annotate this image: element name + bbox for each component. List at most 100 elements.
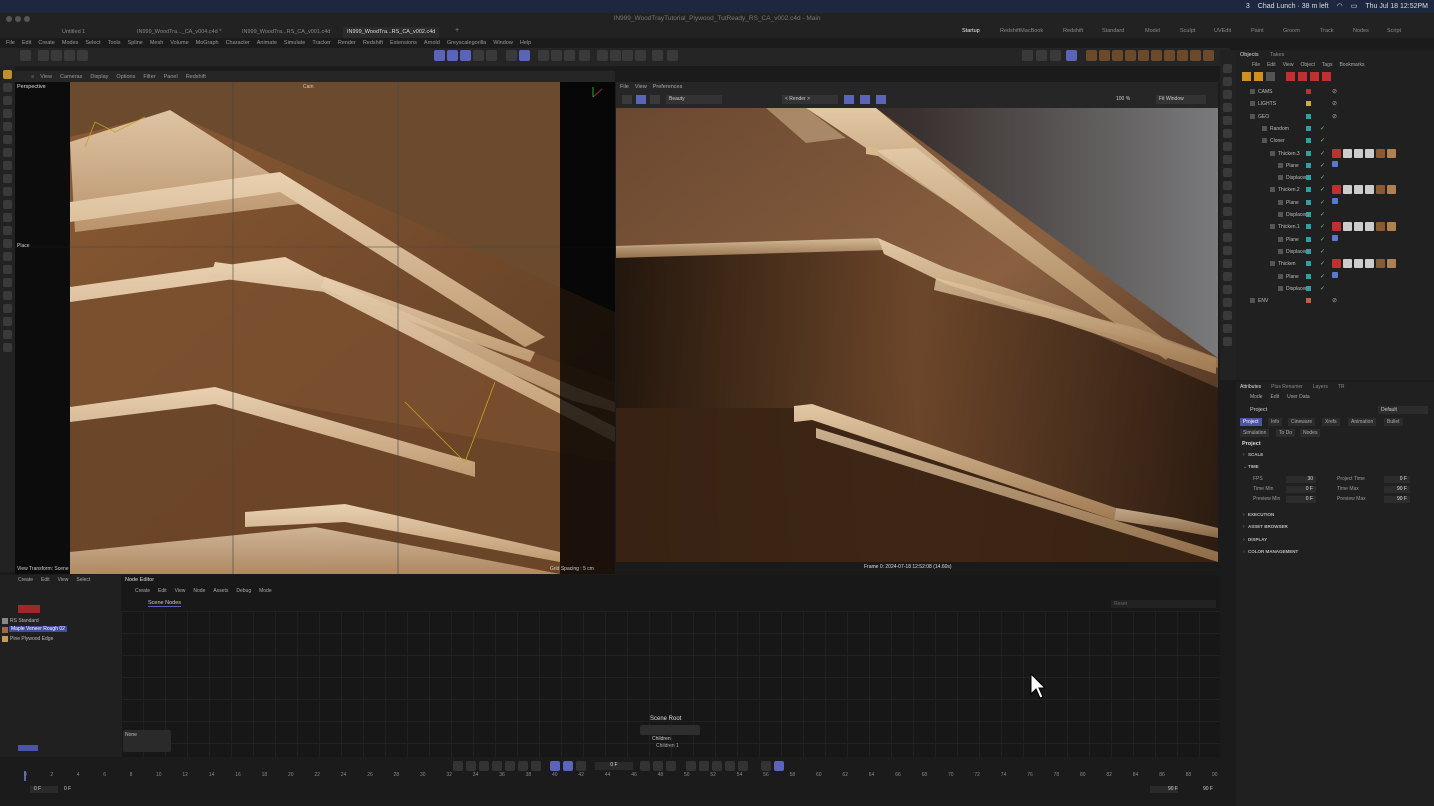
aov-select[interactable]: Beauty: [666, 95, 722, 104]
material-item-3[interactable]: Pine Plywood Edge: [10, 636, 53, 642]
layout-icon[interactable]: [1099, 50, 1110, 61]
material-tag-icon[interactable]: [1343, 222, 1352, 232]
section-display[interactable]: DISPLAY: [1248, 537, 1267, 542]
layer-color-swatch[interactable]: [1306, 138, 1311, 144]
object-row[interactable]: Displacer ✓: [1236, 283, 1434, 295]
left-tool-icon[interactable]: [3, 70, 12, 79]
playback-button-icon[interactable]: [505, 761, 515, 771]
viewport-menu-cameras[interactable]: Cameras: [60, 74, 82, 80]
left-tool-icon[interactable]: [3, 122, 12, 131]
chevron-right-icon[interactable]: ›: [1243, 537, 1245, 543]
objects-menu-bookmarks[interactable]: Bookmarks: [1339, 62, 1364, 68]
object-row[interactable]: Displacer ✓: [1236, 246, 1434, 258]
playback-button-icon[interactable]: [550, 761, 560, 771]
manager-icon[interactable]: [1223, 168, 1232, 177]
playback-button-icon[interactable]: [699, 761, 709, 771]
menu-mesh[interactable]: Mesh: [150, 40, 163, 46]
layout-icon[interactable]: [1138, 50, 1149, 61]
object-row[interactable]: Plane ✓: [1236, 160, 1434, 172]
layer-color-swatch[interactable]: [1306, 248, 1311, 254]
viewport-menu-display[interactable]: Display: [90, 74, 108, 80]
menu-create[interactable]: Create: [38, 40, 55, 46]
layout-tab-groom[interactable]: Groom: [1283, 28, 1300, 34]
object-row[interactable]: GEO ⊘: [1236, 111, 1434, 123]
toolbar-tool-icon[interactable]: [622, 50, 633, 61]
menu-simulate[interactable]: Simulate: [284, 40, 305, 46]
object-row[interactable]: Thicken.1 ✓: [1236, 221, 1434, 233]
playback-button-icon[interactable]: [686, 761, 696, 771]
layout-icon[interactable]: [1151, 50, 1162, 61]
section-execution[interactable]: EXECUTION: [1248, 512, 1274, 517]
grid-icon[interactable]: [860, 95, 870, 104]
material-tag-icon[interactable]: [1387, 185, 1396, 195]
check-icon[interactable]: ✓: [1320, 162, 1325, 169]
node-menu-edit[interactable]: Edit: [158, 588, 167, 594]
section-asset-browser[interactable]: ASSET BROWSER: [1248, 524, 1288, 529]
left-tool-icon[interactable]: [3, 278, 12, 287]
left-tool-icon[interactable]: [3, 135, 12, 144]
layer-color-swatch[interactable]: [1306, 236, 1311, 242]
attr-subtab-bullet[interactable]: Bullet: [1384, 418, 1403, 426]
menu-select[interactable]: Select: [85, 40, 100, 46]
node-none-box[interactable]: None: [123, 730, 171, 752]
left-tool-icon[interactable]: [3, 317, 12, 326]
layer-color-swatch[interactable]: [1306, 162, 1311, 168]
material-tag-icon[interactable]: [1387, 259, 1396, 269]
material-tag-icon[interactable]: [1343, 259, 1352, 269]
toolbar-tool-icon[interactable]: [538, 50, 549, 61]
playback-button-icon[interactable]: [479, 761, 489, 771]
objects-menu-edit[interactable]: Edit: [1267, 62, 1276, 68]
render-toolbar-icon[interactable]: [1036, 50, 1047, 61]
left-tool-icon[interactable]: [3, 96, 12, 105]
menu-mograph[interactable]: MoGraph: [196, 40, 219, 46]
material-tag-icon[interactable]: [1387, 222, 1396, 232]
left-tool-icon[interactable]: [3, 200, 12, 209]
viewport-menu-panel[interactable]: Panel: [164, 74, 178, 80]
toolbar-tool-icon[interactable]: [667, 50, 678, 61]
chevron-right-icon[interactable]: ›: [1243, 452, 1245, 458]
chevron-right-icon[interactable]: ›: [1243, 524, 1245, 530]
layout-icon[interactable]: [1125, 50, 1136, 61]
zoom-window-button[interactable]: [24, 16, 30, 22]
render-start-icon[interactable]: [622, 95, 632, 104]
timeline-end-field-2[interactable]: 90 F: [1185, 786, 1213, 793]
doc-tab-2[interactable]: IN999_WoodTra..._CA_v004.c4d *: [133, 27, 225, 38]
filter-icon-7[interactable]: [1322, 72, 1331, 81]
render-view-image[interactable]: [616, 108, 1218, 562]
check-icon[interactable]: ✓: [1320, 137, 1325, 144]
manager-icon[interactable]: [1223, 194, 1232, 203]
calendar-status[interactable]: Chad Lunch · 38 m left: [1258, 3, 1329, 10]
material-tag-icon[interactable]: [1365, 148, 1374, 158]
manager-icon[interactable]: [1223, 311, 1232, 320]
render-select[interactable]: < Render >: [782, 95, 838, 104]
left-tool-icon[interactable]: [3, 83, 12, 92]
render-toolbar-icon[interactable]: [1050, 50, 1061, 61]
scene-nodes-tab[interactable]: Scene Nodes: [148, 600, 182, 607]
manager-icon[interactable]: [1223, 207, 1232, 216]
check-icon[interactable]: ✓: [1320, 186, 1325, 193]
manager-icon[interactable]: [1223, 259, 1232, 268]
left-tool-icon[interactable]: [3, 343, 12, 352]
close-window-button[interactable]: [6, 16, 12, 22]
menu-help[interactable]: Help: [520, 40, 531, 46]
manager-icon[interactable]: [1223, 77, 1232, 86]
layer-color-swatch[interactable]: [1306, 101, 1311, 107]
objects-menu-view[interactable]: View: [1283, 62, 1294, 68]
material-menu-edit[interactable]: Edit: [41, 577, 50, 583]
attr-menu-mode[interactable]: Mode: [1250, 394, 1263, 400]
node-menu-assets[interactable]: Assets: [213, 588, 228, 594]
manager-icon[interactable]: [1223, 103, 1232, 112]
attr-subtab-simulation[interactable]: Simulation: [1240, 429, 1270, 437]
node-menu-node[interactable]: Node: [193, 588, 205, 594]
layout-tab-uvedit[interactable]: UVEdit: [1214, 28, 1231, 34]
node-editor-tab[interactable]: Node Editor: [125, 577, 154, 583]
playback-button-icon[interactable]: [712, 761, 722, 771]
menu-greyscalegorilla[interactable]: Greyscalegorilla: [447, 40, 486, 46]
manager-icon[interactable]: [1223, 220, 1232, 229]
object-row[interactable]: Displacer ✓: [1236, 172, 1434, 184]
toolbar-tool-icon[interactable]: [610, 50, 621, 61]
menu-file[interactable]: File: [6, 40, 15, 46]
left-tool-icon[interactable]: [3, 148, 12, 157]
material-item-1[interactable]: RS Standard: [10, 618, 39, 624]
current-frame-field[interactable]: 0 F: [595, 762, 633, 770]
